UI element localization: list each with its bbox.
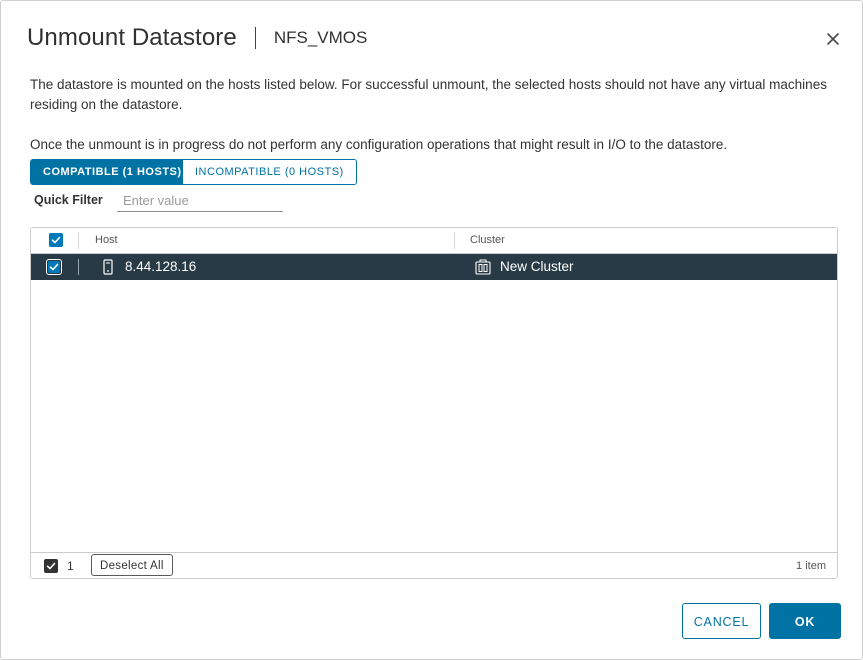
close-icon[interactable] xyxy=(823,29,843,49)
row-separator xyxy=(78,259,79,275)
row-checkbox[interactable] xyxy=(48,261,60,273)
selection-checkbox-icon xyxy=(44,559,58,573)
grid-header: Host Cluster xyxy=(31,228,837,254)
dialog-title: Unmount Datastore xyxy=(27,24,237,51)
deselect-all-button[interactable]: Deselect All xyxy=(91,554,173,576)
grid-footer: 1 Deselect All 1 item xyxy=(31,552,837,578)
column-header-cluster[interactable]: Cluster xyxy=(470,228,505,253)
description-text: The datastore is mounted on the hosts li… xyxy=(30,77,827,112)
column-header-host[interactable]: Host xyxy=(95,228,118,253)
quick-filter-input[interactable] xyxy=(117,190,283,212)
tab-compatible[interactable]: COMPATIBLE (1 HOSTS) xyxy=(31,160,182,184)
warning-text: Once the unmount is in progress do not p… xyxy=(30,137,728,152)
checkmark-icon xyxy=(46,562,56,570)
unmount-datastore-dialog: Unmount Datastore NFS_VMOS The datastore… xyxy=(0,0,863,660)
selected-count: 1 xyxy=(67,559,74,573)
item-count: 1 item xyxy=(796,560,826,572)
quick-filter-label: Quick Filter xyxy=(34,193,103,207)
title-divider xyxy=(254,27,256,49)
column-separator[interactable] xyxy=(78,232,79,249)
checkmark-icon xyxy=(49,263,59,271)
tab-incompatible[interactable]: INCOMPATIBLE (0 HOSTS) xyxy=(182,160,356,184)
host-icon xyxy=(103,259,113,280)
column-separator[interactable] xyxy=(454,232,455,249)
host-compatibility-tabs: COMPATIBLE (1 HOSTS) INCOMPATIBLE (0 HOS… xyxy=(30,159,357,185)
dialog-header: Unmount Datastore NFS_VMOS xyxy=(27,23,367,53)
checkmark-icon xyxy=(51,236,61,244)
host-cell[interactable]: 8.44.128.16 xyxy=(125,254,196,280)
cluster-icon xyxy=(475,259,491,280)
cluster-cell[interactable]: New Cluster xyxy=(500,254,574,280)
cancel-button[interactable]: CANCEL xyxy=(682,603,761,639)
row-checkbox-focus xyxy=(46,259,62,275)
ok-button[interactable]: OK xyxy=(769,603,841,639)
datastore-name: NFS_VMOS xyxy=(273,28,368,47)
hosts-datagrid: Host Cluster 8.44.128.16 New Cluster 1 D… xyxy=(30,227,838,579)
table-row[interactable]: 8.44.128.16 New Cluster xyxy=(31,254,837,280)
select-all-checkbox[interactable] xyxy=(49,233,63,247)
